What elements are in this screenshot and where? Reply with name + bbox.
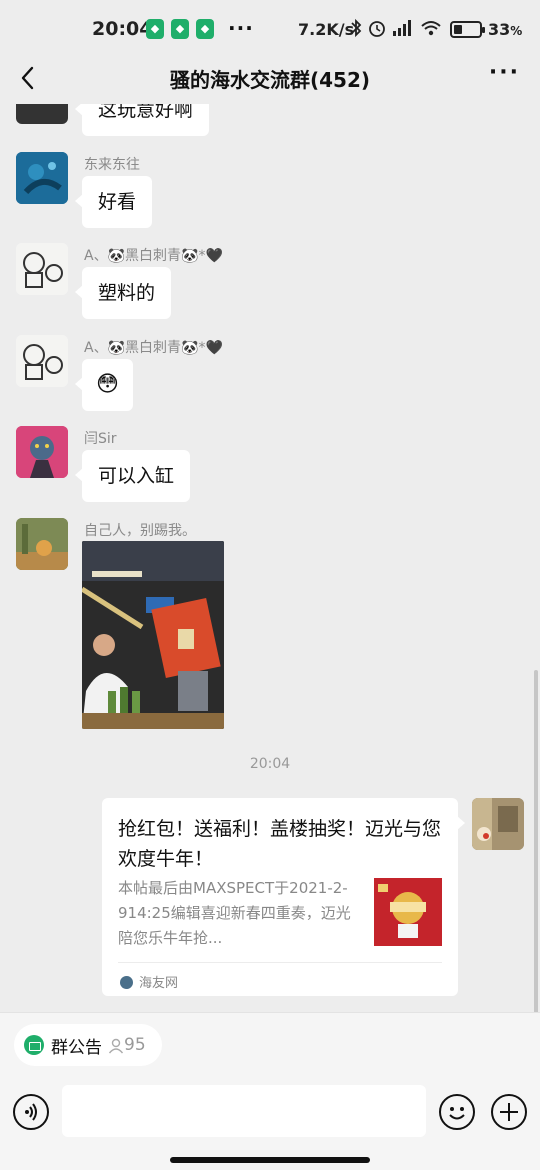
source-logo-icon (120, 976, 133, 989)
divider (118, 962, 442, 963)
notice-row: 群公告 95 (0, 1012, 540, 1078)
status-bar: 20:04 ◆ ◆ ◆ ··· 7.2K/s 33% (0, 0, 540, 58)
message-bubble[interactable]: 塑料的 (74, 267, 172, 319)
battery-icon (450, 21, 485, 38)
avatar[interactable] (16, 335, 68, 387)
notice-count: 95 (124, 1035, 146, 1055)
shield-icon: ◆ (196, 19, 214, 39)
sender-name: 自己人，别踢我。 (84, 523, 196, 539)
message-bubble[interactable]: 这玩意好啊 (74, 104, 210, 136)
avatar[interactable] (16, 426, 68, 478)
battery-text: 33% (488, 20, 523, 39)
alarm-icon (367, 18, 387, 43)
group-notice-chip[interactable]: 群公告 95 (14, 1024, 162, 1066)
avatar[interactable] (16, 152, 68, 204)
emoji-button[interactable] (439, 1094, 475, 1130)
sender-name: 东来东往 (84, 157, 140, 173)
my-avatar[interactable] (472, 798, 524, 850)
sender-name: 闫Sir (84, 431, 117, 447)
sender-name: A、🐼黑白刺青🐼*🖤 (84, 340, 223, 356)
status-time: 20:04 (92, 18, 153, 40)
message-timestamp: 20:04 (249, 756, 291, 772)
link-card-title: 抢红包！送福利！盖楼抽奖！迈光与您欢度牛年！ (118, 818, 442, 870)
avatar[interactable] (16, 243, 68, 295)
bluetooth-icon (350, 18, 362, 43)
chat-header: 骚的海水交流群(452) ··· (0, 58, 540, 104)
message-bubble[interactable]: 😳 (75, 359, 133, 411)
voice-input-button[interactable] (13, 1094, 49, 1130)
message-bubble[interactable]: 好看 (74, 176, 153, 228)
avatar[interactable] (16, 104, 68, 124)
link-card[interactable]: 抢红包！送福利！盖楼抽奖！迈光与您欢度牛年！ 本帖最后由MAXSPECT于202… (102, 798, 465, 996)
shield-icon: ◆ (146, 19, 164, 39)
sender-name: A、🐼黑白刺青🐼*🖤 (84, 248, 223, 264)
chat-title: 骚的海水交流群(452) (169, 68, 371, 92)
link-card-description: 本帖最后由MAXSPECT于2021-2-914:25编辑喜迎新春四重奏，迈光陪… (118, 879, 351, 947)
shield-icon: ◆ (171, 19, 189, 39)
message-list[interactable]: 这玩意好啊 东来东往 好看 A、🐼黑白刺青🐼*🖤 塑料的 A、🐼黑白刺青🐼*🖤 … (0, 104, 540, 1012)
status-more-icon: ··· (228, 16, 254, 40)
notice-label: 群公告 (51, 1037, 102, 1058)
home-indicator[interactable] (170, 1157, 370, 1163)
battery-fill (454, 25, 462, 34)
signal-icon (392, 18, 414, 43)
message-bubble[interactable]: 可以入缸 (74, 450, 191, 502)
avatar[interactable] (16, 518, 68, 570)
add-more-button[interactable] (491, 1094, 527, 1130)
network-speed: 7.2K/s (298, 20, 355, 39)
link-card-source: 海友网 (120, 972, 178, 991)
link-card-thumbnail (374, 878, 442, 946)
person-icon (108, 1038, 124, 1054)
notice-icon (24, 1035, 44, 1055)
more-options-button[interactable]: ··· (489, 60, 520, 85)
message-input[interactable] (62, 1085, 426, 1137)
wifi-icon (420, 18, 442, 43)
image-message[interactable] (82, 541, 224, 729)
scrollbar[interactable] (534, 670, 538, 1012)
